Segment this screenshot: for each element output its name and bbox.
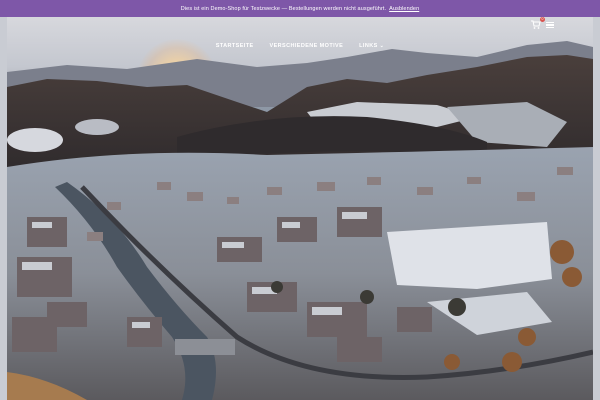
- notice-dismiss-link[interactable]: Ausblenden: [389, 6, 419, 12]
- cart-count-badge: 0: [540, 17, 545, 22]
- hero-landscape: [7, 41, 593, 400]
- nav-item-links[interactable]: LINKS ⌄: [359, 43, 384, 49]
- nav-item-verschiedene-motive[interactable]: VERSCHIEDENE MOTIVE: [270, 43, 344, 49]
- chevron-down-icon: ⌄: [379, 43, 385, 49]
- nav-item-startseite[interactable]: STARTSEITE: [216, 43, 254, 49]
- cart-glyph: [531, 20, 541, 29]
- notice-text: Dies ist ein Demo-Shop für Testzwecke — …: [180, 5, 387, 12]
- hero-image: [7, 17, 593, 400]
- header-icons: 0: [531, 17, 556, 30]
- main-nav: STARTSEITE VERSCHIEDENE MOTIVE LINKS ⌄: [7, 43, 593, 49]
- hamburger-menu-icon[interactable]: [546, 20, 556, 30]
- cart-icon[interactable]: 0: [531, 17, 545, 30]
- demo-store-notice: Dies ist ein Demo-Shop für Testzwecke — …: [0, 0, 600, 17]
- nav-item-links-label: LINKS: [359, 43, 378, 49]
- site-header: 0 STARTSEITE VERSCHIEDENE MOTIVE LINKS ⌄: [7, 17, 593, 62]
